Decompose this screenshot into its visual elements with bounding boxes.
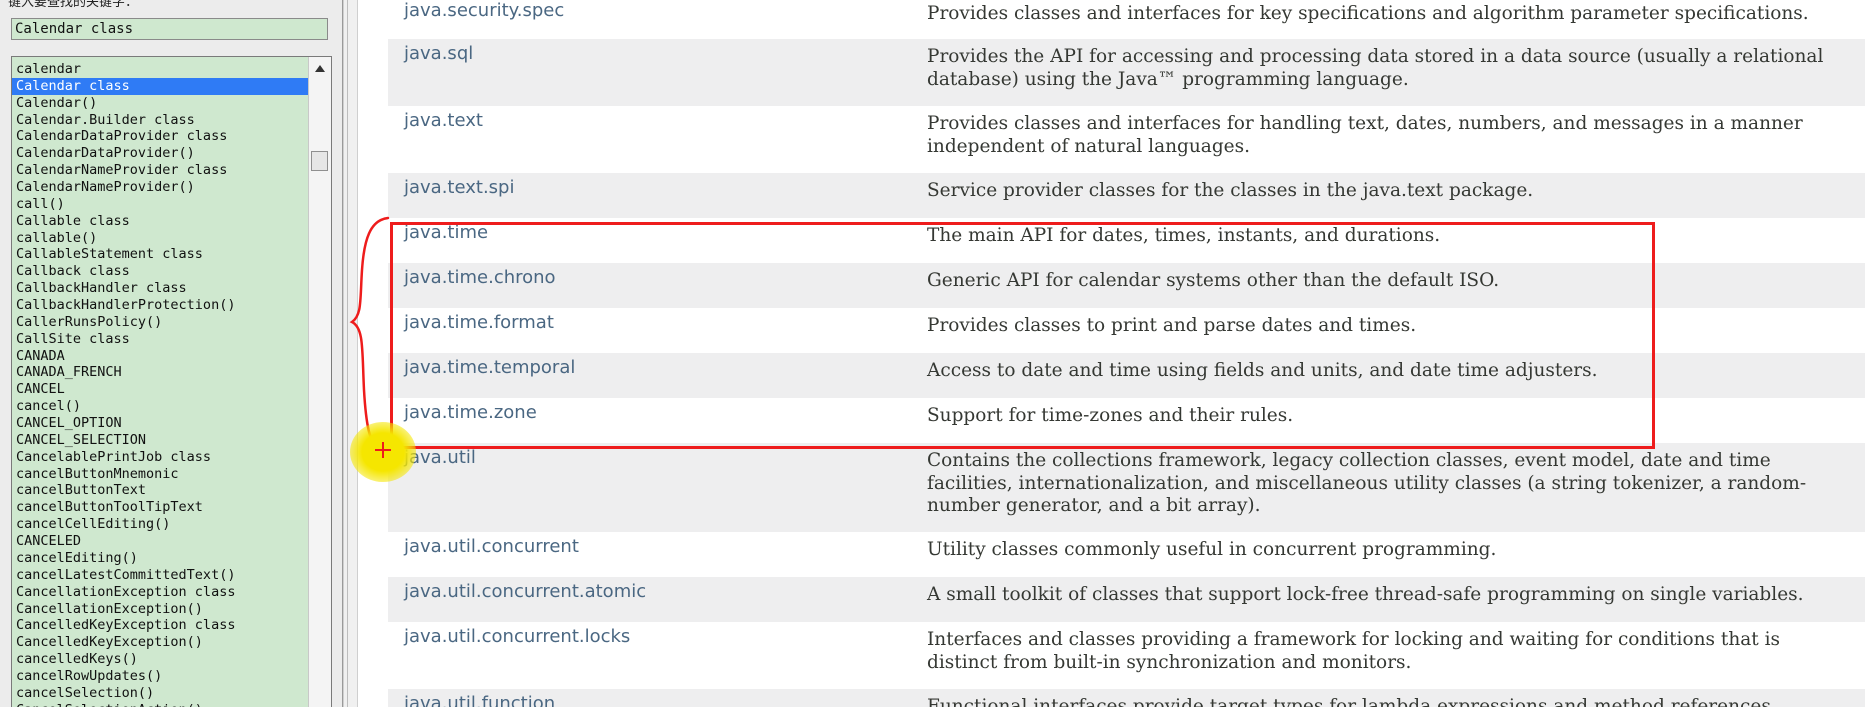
- scroll-up-arrow-icon[interactable]: [315, 65, 325, 72]
- package-description: Utility classes commonly useful in concu…: [927, 539, 1497, 560]
- index-item[interactable]: CallbackHandlerProtection(): [12, 297, 309, 314]
- index-item[interactable]: CANCEL_OPTION: [12, 415, 309, 432]
- package-row: java.util.concurrent.locks Interfaces and…: [388, 622, 1865, 689]
- index-item[interactable]: CancellationException class: [12, 584, 309, 601]
- index-list[interactable]: calendar Calendar class Calendar() Calendar…: [11, 56, 332, 707]
- package-description: Service provider classes for the classes…: [927, 180, 1534, 201]
- index-item[interactable]: cancelLatestCommittedText(): [12, 567, 309, 584]
- index-item[interactable]: calendar: [12, 61, 309, 78]
- index-pane: 键入要查找的关键字： Calendar class calendar Calend…: [0, 0, 343, 707]
- package-description: Access to date and time using fields and…: [927, 360, 1598, 381]
- package-description: Provides classes and interfaces for hand…: [927, 113, 1803, 157]
- package-row: java.time.format Provides classes to prin…: [388, 308, 1865, 353]
- index-item[interactable]: cancelCellEditing(): [12, 516, 309, 533]
- package-row: java.time.chrono Generic API for calendar…: [388, 263, 1865, 308]
- package-description: Contains the collections framework, lega…: [927, 450, 1807, 516]
- package-description: Support for time-zones and their rules.: [927, 405, 1294, 426]
- index-item[interactable]: cancelButtonText: [12, 482, 309, 499]
- index-item[interactable]: Calendar class: [12, 77, 309, 95]
- package-link[interactable]: java.time: [404, 222, 488, 243]
- package-description: Provides classes to print and parse date…: [927, 315, 1417, 336]
- index-scrollbar[interactable]: [308, 57, 331, 707]
- package-description: Provides classes and interfaces for key …: [927, 3, 1809, 24]
- package-row: java.util.concurrent.atomic A small toolk…: [388, 577, 1865, 622]
- index-item[interactable]: cancelRowUpdates(): [12, 668, 309, 685]
- package-link[interactable]: java.util.concurrent.atomic: [404, 581, 646, 602]
- index-item[interactable]: cancelButtonMnemonic: [12, 466, 309, 483]
- package-description: Interfaces and classes providing a frame…: [927, 629, 1781, 673]
- index-item[interactable]: Calendar.Builder class: [12, 112, 309, 129]
- package-description: A small toolkit of classes that support …: [927, 584, 1804, 605]
- index-items: calendar Calendar class Calendar() Calendar…: [12, 61, 309, 707]
- index-item[interactable]: Callable class: [12, 213, 309, 230]
- index-item[interactable]: CancellationException(): [12, 601, 309, 618]
- index-item[interactable]: CallableStatement class: [12, 246, 309, 263]
- splitter-line: [347, 0, 348, 707]
- index-item[interactable]: CANADA: [12, 348, 309, 365]
- package-description: Generic API for calendar systems other t…: [927, 270, 1500, 291]
- package-row: java.security.spec Provides classes and i…: [388, 0, 1865, 39]
- package-row: java.time.zone Support for time-zones and…: [388, 398, 1865, 443]
- index-item[interactable]: call(): [12, 196, 309, 213]
- package-link[interactable]: java.util: [404, 447, 476, 468]
- package-link[interactable]: java.security.spec: [404, 0, 564, 21]
- index-item[interactable]: CalendarDataProvider(): [12, 145, 309, 162]
- package-row: java.util Contains the collections framew…: [388, 443, 1865, 532]
- package-row: java.time The main API for dates, times, …: [388, 218, 1865, 263]
- package-row: java.text.spi Service provider classes fo…: [388, 173, 1865, 218]
- package-description: Functional interfaces provide target typ…: [927, 696, 1777, 707]
- index-item[interactable]: CancelSelectionAction(): [12, 702, 309, 707]
- index-item[interactable]: CANCELED: [12, 533, 309, 550]
- scroll-thumb[interactable]: [311, 151, 328, 171]
- package-link[interactable]: java.util.function: [404, 693, 555, 707]
- pane-splitter[interactable]: [343, 0, 358, 707]
- package-row: java.text Provides classes and interfaces…: [388, 106, 1865, 173]
- package-link[interactable]: java.time.chrono: [404, 267, 556, 288]
- index-item[interactable]: CancelledKeyException class: [12, 617, 309, 634]
- index-item[interactable]: cancelledKeys(): [12, 651, 309, 668]
- index-item[interactable]: CallSite class: [12, 331, 309, 348]
- index-item[interactable]: Callback class: [12, 263, 309, 280]
- package-row: java.util.concurrent Utility classes comm…: [388, 532, 1865, 577]
- package-link[interactable]: java.time.format: [404, 312, 554, 333]
- index-item[interactable]: Calendar(): [12, 95, 309, 112]
- index-item[interactable]: CalendarDataProvider class: [12, 128, 309, 145]
- package-description: Provides the API for accessing and proce…: [927, 46, 1824, 90]
- package-link[interactable]: java.time.temporal: [404, 357, 575, 378]
- package-link[interactable]: java.sql: [404, 43, 473, 64]
- index-item[interactable]: CancelablePrintJob class: [12, 449, 309, 466]
- index-item[interactable]: CallbackHandler class: [12, 280, 309, 297]
- package-row: java.util.function Functional interfaces …: [388, 689, 1865, 707]
- index-item[interactable]: CANADA_FRENCH: [12, 364, 309, 381]
- index-item[interactable]: CallerRunsPolicy(): [12, 314, 309, 331]
- package-table: java.security.spec Provides classes and i…: [388, 0, 1865, 707]
- index-item[interactable]: cancelEditing(): [12, 550, 309, 567]
- package-link[interactable]: java.text: [404, 110, 483, 131]
- keyword-search-input[interactable]: Calendar class: [11, 18, 328, 40]
- index-item[interactable]: cancelSelection(): [12, 685, 309, 702]
- package-row: java.time.temporal Access to date and tim…: [388, 353, 1865, 398]
- package-row: java.sql Provides the API for accessing a…: [388, 39, 1865, 106]
- package-link[interactable]: java.time.zone: [404, 402, 537, 423]
- index-item[interactable]: CalendarNameProvider(): [12, 179, 309, 196]
- index-item[interactable]: CancelledKeyException(): [12, 634, 309, 651]
- package-link[interactable]: java.util.concurrent.locks: [404, 626, 630, 647]
- package-description: The main API for dates, times, instants,…: [927, 225, 1441, 246]
- package-link[interactable]: java.util.concurrent: [404, 536, 579, 557]
- package-link[interactable]: java.text.spi: [404, 177, 515, 198]
- index-item[interactable]: CANCEL: [12, 381, 309, 398]
- index-item[interactable]: CANCEL_SELECTION: [12, 432, 309, 449]
- index-item[interactable]: cancelButtonToolTipText: [12, 499, 309, 516]
- keyword-label: 键入要查找的关键字：: [8, 0, 139, 10]
- index-item[interactable]: cancel(): [12, 398, 309, 415]
- index-item[interactable]: callable(): [12, 230, 309, 247]
- index-item[interactable]: CalendarNameProvider class: [12, 162, 309, 179]
